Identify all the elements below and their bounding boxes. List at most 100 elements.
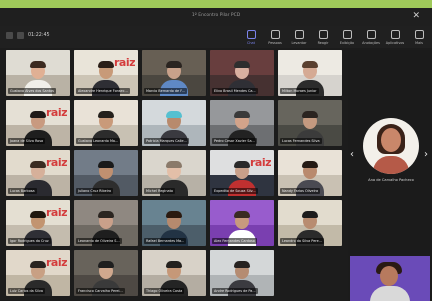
apps-icon: [390, 30, 400, 39]
participant-hair: [234, 61, 250, 68]
participant-hair: [302, 61, 318, 68]
participant-name: Luiz Carlos da Silva: [8, 288, 45, 294]
participant-tile[interactable]: raiz Alexandre Henrique Fonsec...: [74, 50, 138, 96]
raiz-logo: raiz: [45, 156, 68, 169]
participant-hair: [234, 261, 250, 268]
participant-tile[interactable]: raiz Igor Rodrigues da Cruz: [6, 200, 70, 246]
participant-tile[interactable]: Gustavo Leonardo Ma...: [74, 100, 138, 146]
react-icon: [318, 30, 328, 39]
participant-tile[interactable]: Alex Fernandes Cardoso: [210, 200, 274, 246]
meeting-info-icon[interactable]: [6, 32, 13, 39]
participant-name: Juliano Cruz Ribeiro: [76, 188, 114, 194]
participant-tile[interactable]: Rafael Bernardes Ma...: [142, 200, 206, 246]
participant-hair: [98, 211, 114, 218]
participant-hair: [30, 61, 46, 68]
chevron-right-icon[interactable]: ›: [424, 150, 428, 160]
toolbar-label: Pessoas: [268, 41, 282, 45]
participant-tile[interactable]: Michel Reginato: [142, 150, 206, 196]
participant-hair: [30, 111, 46, 118]
chevron-left-icon[interactable]: ‹: [350, 150, 354, 160]
meeting-timer: 01:22:45: [28, 33, 50, 38]
participant-hair: [166, 111, 182, 118]
toolbar-reagir-button[interactable]: Reagir: [312, 28, 334, 46]
participant-name: Lucas Fernandes Silva: [280, 138, 322, 144]
raiz-logo: raiz: [45, 106, 68, 119]
toolbar-exibição-button[interactable]: Exibição: [336, 28, 358, 46]
participant-name: Leonardo de Oliveira S...: [76, 238, 122, 244]
toolbar-label: Reagir: [317, 41, 329, 45]
participant-name: Igor Rodrigues da Cruz: [8, 238, 51, 244]
raiz-logo: raiz: [113, 56, 136, 69]
participant-tile[interactable]: Milton Moraes Junior: [278, 50, 342, 96]
toolbar-pessoas-button[interactable]: Pessoas: [264, 28, 286, 46]
featured-participant-name: Ana de Carvalho Pacheco: [368, 178, 414, 182]
participant-tile[interactable]: Marcio Bernardo de F...: [142, 50, 206, 96]
participant-tile[interactable]: Leandro da Silva Pere...: [278, 200, 342, 246]
participant-name: Patricia Marques Calle...: [144, 138, 189, 144]
participant-name: Thiago Oliveira Costa: [144, 288, 185, 294]
featured-participant-avatar[interactable]: [363, 118, 419, 174]
more-icon: [414, 30, 424, 39]
top-accent-bar: [0, 0, 432, 8]
view-icon: [342, 30, 352, 39]
participant-hair: [98, 61, 114, 68]
participant-name: Elivo Brasil Mendes Ca...: [212, 88, 258, 94]
participant-tile[interactable]: Francisco Carvalho Perei...: [74, 250, 138, 296]
participant-hair: [302, 211, 318, 218]
participant-hair: [166, 261, 182, 268]
notes-icon: [366, 30, 376, 39]
participant-tile[interactable]: Andre Rodrigues de Pa...: [210, 250, 274, 296]
layout-icon[interactable]: [17, 32, 24, 39]
participant-name: Gustavo Leonardo Ma...: [76, 138, 121, 144]
featured-body: [373, 156, 409, 174]
participant-tile[interactable]: Nandy Farias Oliveira: [278, 150, 342, 196]
participant-hair: [234, 211, 250, 218]
participant-tile[interactable]: Patricia Marques Calle...: [142, 100, 206, 146]
toolbar-aplicativos-button[interactable]: Aplicativos: [384, 28, 406, 46]
raiz-logo: raiz: [45, 256, 68, 269]
toolbar-anotações-button[interactable]: Anotações: [360, 28, 382, 46]
participant-name: Nandy Farias Oliveira: [280, 188, 321, 194]
participant-tile[interactable]: Gustavo Alves dos Santos: [6, 50, 70, 96]
toolbar-mais-button[interactable]: Mais: [408, 28, 430, 46]
participant-hair: [30, 161, 46, 168]
self-view-tile[interactable]: [350, 256, 430, 301]
participant-hair: [302, 161, 318, 168]
toolbar-actions: Chat Pessoas Levantar Reagir Exibição Anotaçõ…: [240, 28, 430, 46]
participant-hair: [234, 111, 250, 118]
participant-tile[interactable]: raiz Lucas Barbosa: [6, 150, 70, 196]
toolbar-chat-button[interactable]: Chat: [240, 28, 262, 46]
raiz-logo: raiz: [249, 156, 272, 169]
participant-name: Lucas Barbosa: [8, 188, 37, 194]
participant-tile[interactable]: Elivo Brasil Mendes Ca...: [210, 50, 274, 96]
participant-name: Marcio Bernardo de F...: [144, 88, 187, 94]
participant-name: Pedro Cesar Xavier Sa...: [212, 138, 257, 144]
participant-tile[interactable]: Pedro Cesar Xavier Sa...: [210, 100, 274, 146]
participant-tile[interactable]: Juliano Cruz Ribeiro: [74, 150, 138, 196]
participant-hair: [166, 161, 182, 168]
raiz-logo: raiz: [45, 206, 68, 219]
close-icon[interactable]: ✕: [412, 11, 420, 21]
toolbar-label: Levantar: [291, 41, 307, 45]
toolbar-label: Aplicativos: [385, 41, 405, 45]
chat-icon: [246, 30, 256, 39]
featured-face: [381, 128, 401, 152]
participant-tile[interactable]: raiz Luiz Carlos da Silva: [6, 250, 70, 296]
participant-hair: [98, 161, 114, 168]
participant-name: Leandro da Silva Pere...: [280, 238, 324, 244]
self-view-face: [380, 266, 398, 286]
participant-tile[interactable]: Leonardo de Oliveira S...: [74, 200, 138, 246]
participant-tile[interactable]: Thiago Oliveira Costa: [142, 250, 206, 296]
toolbar-label: Exibição: [339, 41, 355, 45]
participant-tile[interactable]: Lucas Fernandes Silva: [278, 100, 342, 146]
participant-tile[interactable]: raiz Joana de Silva Rosa: [6, 100, 70, 146]
toolbar-label: Mais: [415, 41, 423, 45]
window-titlebar: 1º Encontro Pilar PCD ✕: [0, 8, 432, 26]
participant-hair: [302, 111, 318, 118]
participant-name: Alexandre Henrique Fonsec...: [76, 88, 130, 94]
participant-tile[interactable]: raiz Expedito de Souza Silv...: [210, 150, 274, 196]
participant-name: Milton Moraes Junior: [280, 88, 319, 94]
participant-hair: [30, 261, 46, 268]
participant-name: Joana de Silva Rosa: [8, 138, 46, 144]
toolbar-levantar-button[interactable]: Levantar: [288, 28, 310, 46]
